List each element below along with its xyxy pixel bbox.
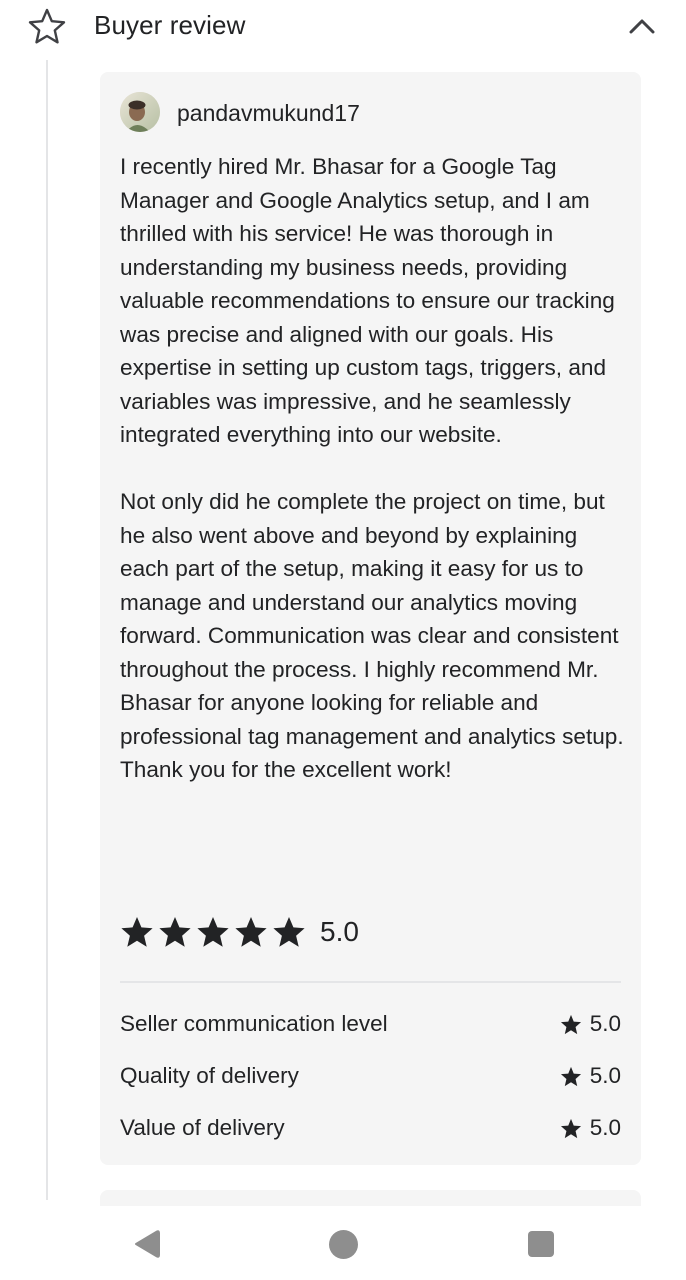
review-section-header[interactable]: Buyer review bbox=[0, 0, 686, 56]
overall-rating: 5.0 bbox=[120, 912, 359, 952]
rating-value: 5.0 bbox=[560, 1063, 621, 1089]
star-filled-icon bbox=[121, 917, 153, 947]
rating-score: 5.0 bbox=[589, 1011, 621, 1036]
timeline-divider bbox=[46, 60, 48, 1200]
divider bbox=[120, 981, 621, 983]
rating-value: 5.0 bbox=[560, 1011, 621, 1037]
overall-stars bbox=[120, 916, 306, 948]
rating-row-value: Value of delivery 5.0 bbox=[120, 1113, 621, 1145]
review-card: pandavmukund17 I recently hired Mr. Bhas… bbox=[100, 72, 641, 1165]
rating-value: 5.0 bbox=[560, 1115, 621, 1141]
chevron-up-icon[interactable] bbox=[626, 14, 658, 38]
system-navigation-bar bbox=[0, 1206, 686, 1280]
review-paragraph: I recently hired Mr. Bhasar for a Google… bbox=[120, 154, 615, 447]
rating-row-quality: Quality of delivery 5.0 bbox=[120, 1061, 621, 1093]
rating-row-communication: Seller communication level 5.0 bbox=[120, 1009, 621, 1041]
star-filled-icon bbox=[235, 917, 267, 947]
star-filled-icon bbox=[197, 917, 229, 947]
star-filled-icon bbox=[560, 1014, 581, 1034]
star-filled-icon bbox=[560, 1066, 581, 1086]
avatar[interactable] bbox=[120, 92, 160, 132]
star-filled-icon bbox=[159, 917, 191, 947]
square-recents-icon[interactable] bbox=[528, 1231, 554, 1257]
star-filled-icon bbox=[560, 1118, 581, 1138]
review-body: I recently hired Mr. Bhasar for a Google… bbox=[120, 150, 626, 787]
overall-score: 5.0 bbox=[320, 916, 359, 947]
rating-score: 5.0 bbox=[589, 1115, 621, 1140]
triangle-back-icon[interactable] bbox=[133, 1228, 161, 1260]
rating-label: Seller communication level bbox=[120, 1011, 388, 1036]
star-filled-icon bbox=[273, 917, 305, 947]
rating-score: 5.0 bbox=[589, 1063, 621, 1088]
rating-label: Value of delivery bbox=[120, 1115, 285, 1140]
star-outline-icon bbox=[28, 8, 66, 44]
circle-home-icon[interactable] bbox=[329, 1230, 358, 1259]
reviewer-username[interactable]: pandavmukund17 bbox=[177, 100, 360, 127]
review-paragraph: Not only did he complete the project on … bbox=[120, 489, 624, 782]
section-title: Buyer review bbox=[94, 10, 246, 40]
rating-label: Quality of delivery bbox=[120, 1063, 299, 1088]
